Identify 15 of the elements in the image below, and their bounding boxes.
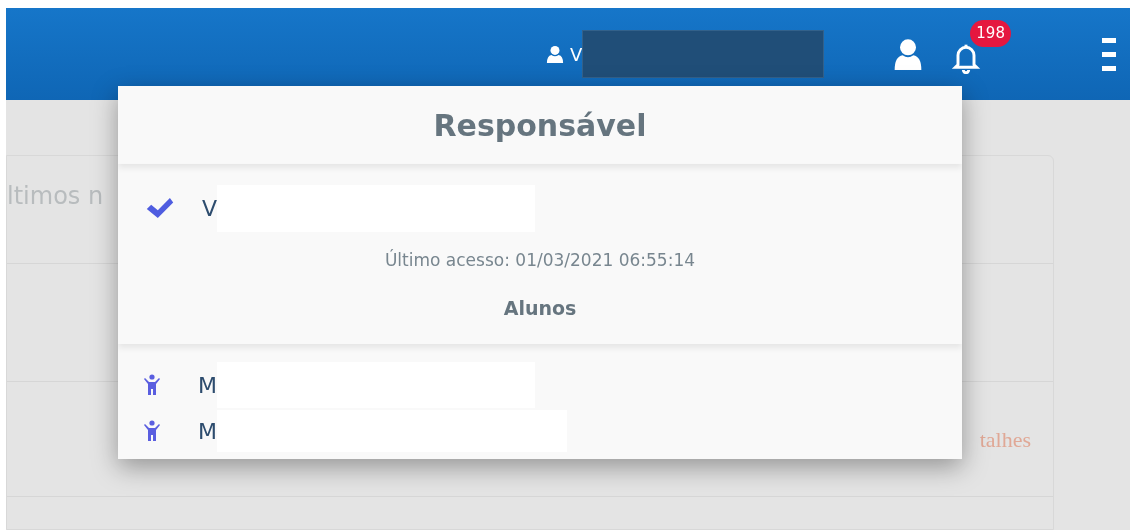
student-name: M (198, 371, 217, 400)
guardian-name: V (202, 194, 218, 223)
guardian-item[interactable]: V (118, 184, 962, 232)
check-icon (146, 197, 174, 219)
last-access-text: Último acesso: 01/03/2021 06:55:14 (384, 248, 696, 272)
child-icon (144, 420, 160, 442)
user-icon (546, 45, 564, 63)
students-heading: Alunos (503, 295, 577, 321)
notification-badge: 198 (970, 20, 1011, 47)
child-icon (144, 374, 160, 396)
menu-button[interactable] (1102, 37, 1116, 71)
student-name: M (198, 417, 217, 446)
dropdown-title: Responsável (433, 106, 647, 145)
profile-button[interactable] (894, 37, 923, 71)
user-name: V (570, 42, 583, 67)
